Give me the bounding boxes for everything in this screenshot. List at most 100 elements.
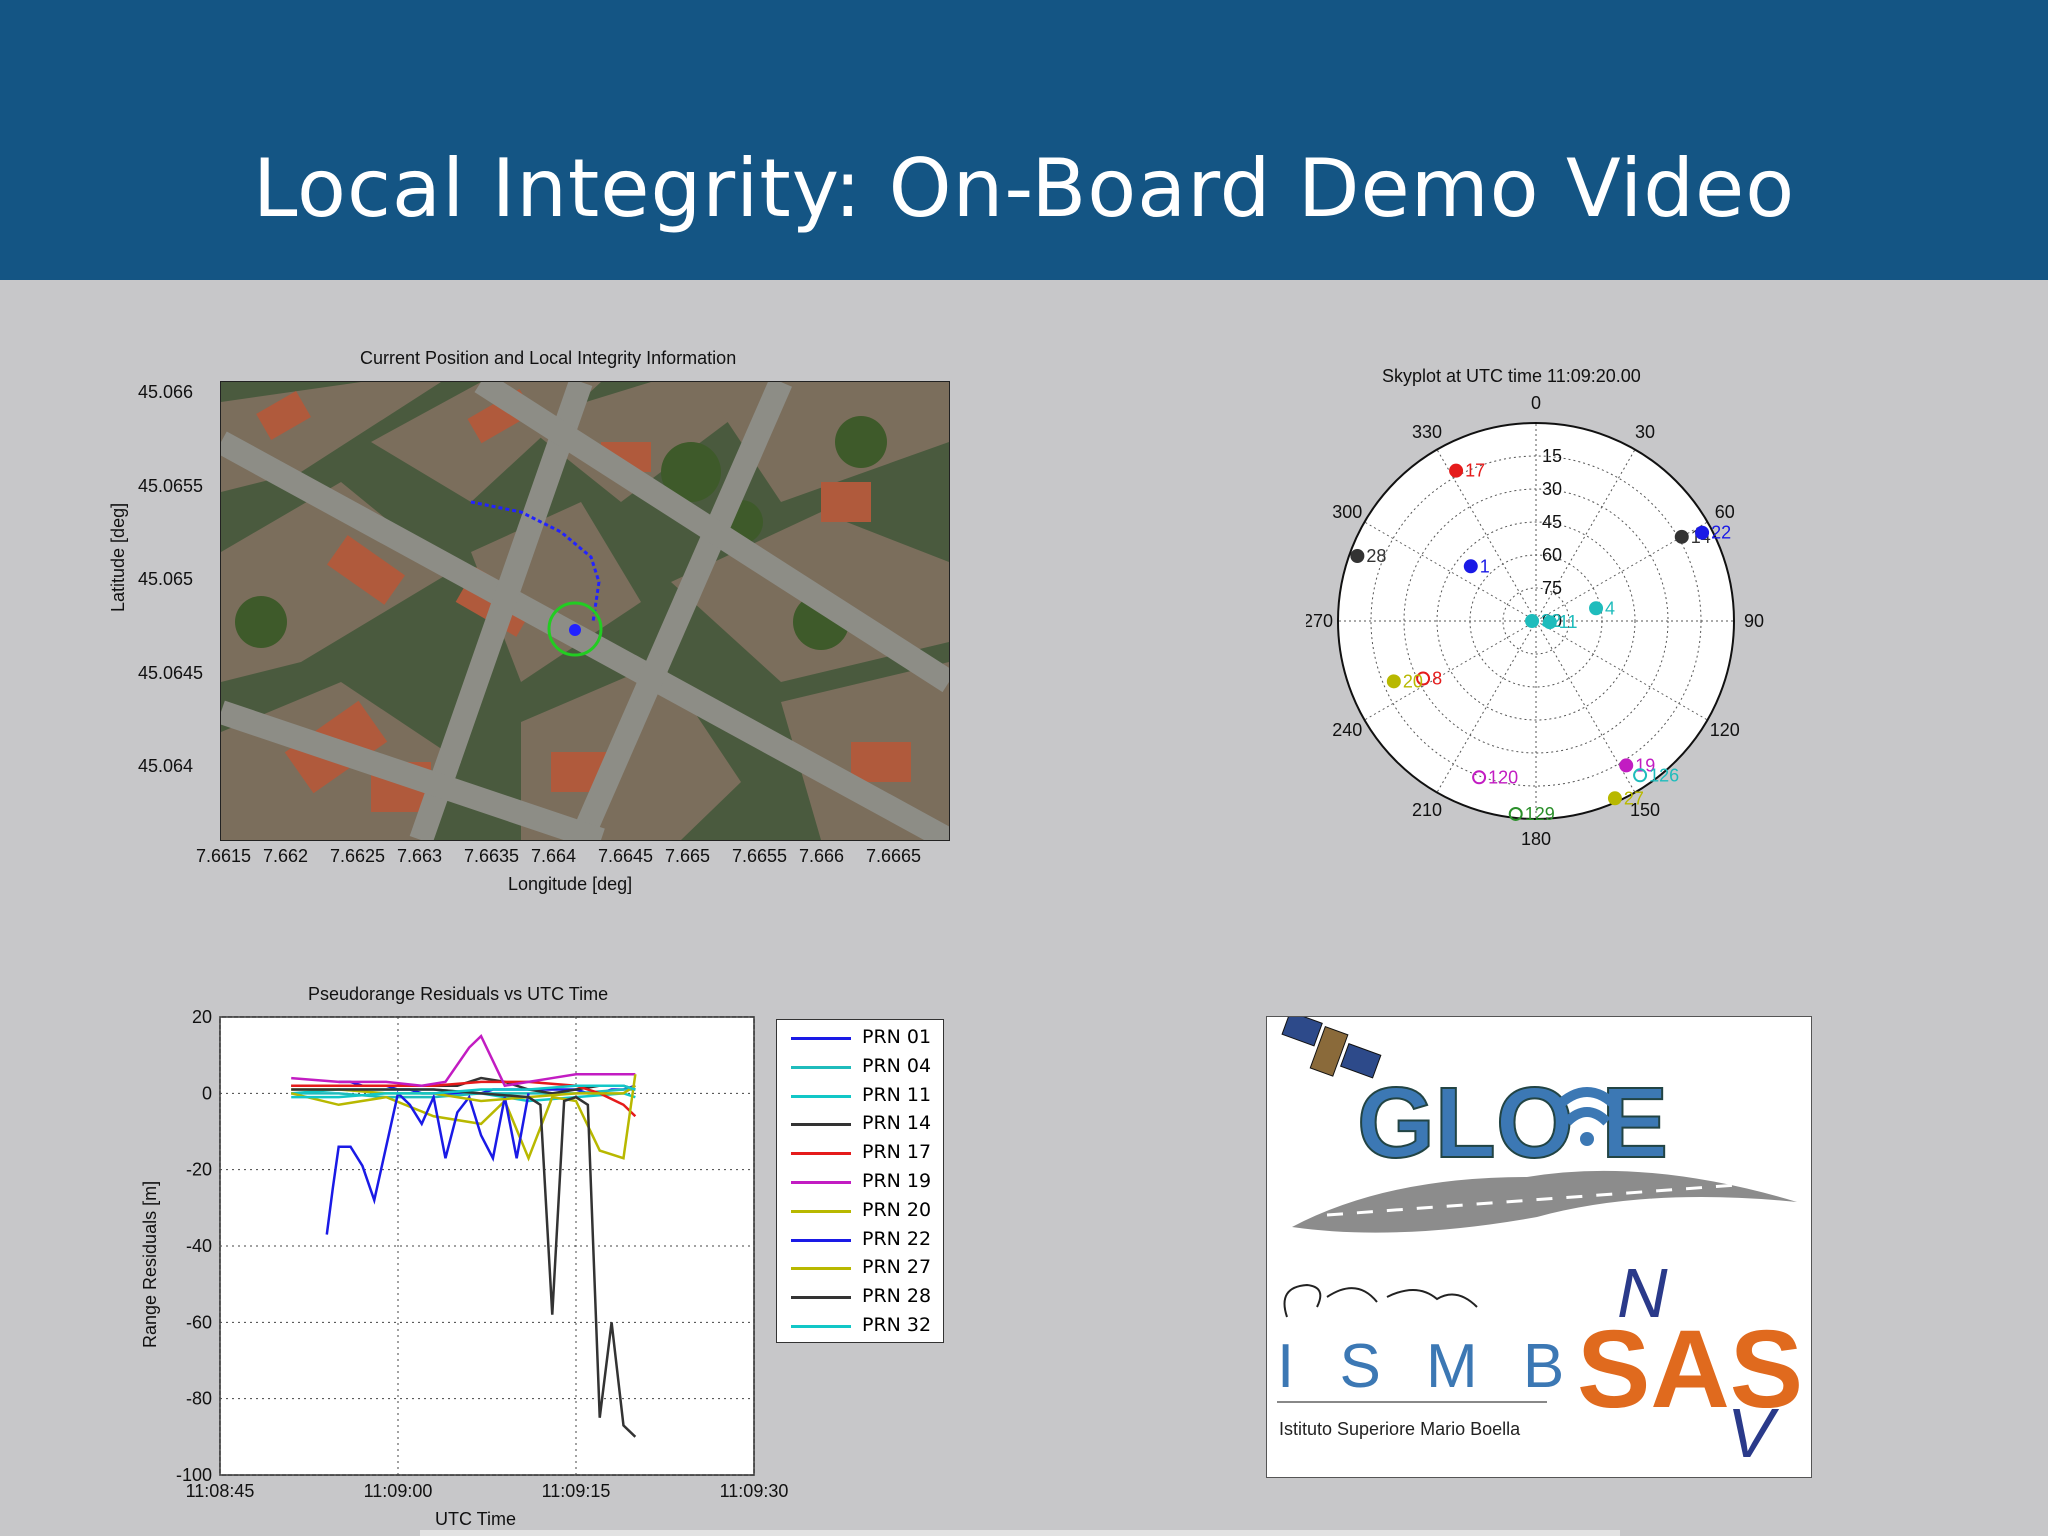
skyplot-azimuth-label: 60 <box>1715 502 1735 522</box>
residuals-xlabel: UTC Time <box>435 1509 516 1529</box>
satellite-prn-label: 129 <box>1525 804 1555 824</box>
residuals-xtick: 11:09:00 <box>364 1481 433 1501</box>
road-graphic <box>1292 1170 1797 1233</box>
legend-swatch <box>791 1181 851 1184</box>
residuals-ytick: -60 <box>186 1312 212 1332</box>
legend-entry: PRN 32 <box>777 1312 943 1340</box>
satellite-marker <box>1525 614 1540 628</box>
legend-swatch <box>791 1152 851 1156</box>
legend-entry: PRN 27 <box>777 1254 943 1282</box>
map-xtick: 7.6625 <box>330 846 386 866</box>
satellite-prn-label: 120 <box>1488 767 1518 787</box>
residuals-ytick: 0 <box>202 1083 212 1103</box>
satellite-prn-label: 8 <box>1432 669 1442 689</box>
legend-swatch <box>791 1065 851 1069</box>
skyplot-azimuth-label: 270 <box>1306 611 1333 631</box>
legend-entry: PRN 01 <box>777 1024 943 1052</box>
signature-graphic <box>1283 1283 1478 1318</box>
residuals-ytick: 20 <box>192 1007 212 1027</box>
skyplot-azimuth-label: 180 <box>1521 829 1551 849</box>
skyplot-elevation-label: 60 <box>1542 545 1562 565</box>
legend-label: PRN 11 <box>862 1083 932 1106</box>
ismb-letters: I S M B <box>1277 1332 1578 1401</box>
video-progress-track[interactable] <box>420 1530 1620 1536</box>
map-xtick: 7.666 <box>799 846 845 866</box>
satellite-marker <box>1463 559 1478 574</box>
map-plot-title: Current Position and Local Integrity Inf… <box>360 348 737 368</box>
legend-entry: PRN 14 <box>777 1110 943 1138</box>
residuals-ytick: -20 <box>186 1160 212 1180</box>
map-ytick: 45.0645 <box>138 663 204 683</box>
satellite-prn-label: 32 <box>1541 611 1561 631</box>
residuals-xtick: 11:09:30 <box>720 1481 789 1501</box>
satellite-prn-label: 17 <box>1465 461 1485 481</box>
legend-entry: PRN 17 <box>777 1139 943 1167</box>
nsas-v-letter: V <box>1727 1394 1780 1472</box>
legend-label: PRN 14 <box>862 1112 932 1135</box>
residuals-ytick: -80 <box>186 1389 212 1409</box>
legend-label: PRN 01 <box>862 1026 932 1048</box>
satellite-prn-label: 11 <box>1559 612 1578 632</box>
skyplot-azimuth-label: 330 <box>1412 422 1442 442</box>
legend-label: PRN 04 <box>862 1054 932 1077</box>
satellite-prn-label: 27 <box>1624 788 1644 808</box>
residuals-xtick: 11:08:45 <box>186 1481 255 1501</box>
legend-label: PRN 22 <box>862 1227 932 1250</box>
skyplot-azimuth-label: 300 <box>1332 502 1362 522</box>
skyplot-azimuth-label: 120 <box>1710 720 1740 740</box>
satellite-marker <box>1674 529 1689 544</box>
skyplot-azimuth-label: 90 <box>1744 611 1764 631</box>
map-xtick: 7.6635 <box>464 846 520 866</box>
legend-label: PRN 32 <box>862 1314 932 1336</box>
map-xtick: 7.664 <box>531 846 577 866</box>
map-ytick: 45.066 <box>138 382 194 402</box>
legend-entry: PRN 22 <box>777 1226 943 1254</box>
legend-swatch <box>791 1037 851 1040</box>
map-xtick: 7.6645 <box>598 846 654 866</box>
legend-label: PRN 17 <box>862 1141 932 1164</box>
residuals-legend: PRN 01 PRN 04 PRN 11 PRN 14 PRN 17 PRN 19 PRN … <box>776 1019 944 1343</box>
skyplot-azimuth-label: 0 <box>1531 393 1541 413</box>
satellite-marker <box>1619 758 1634 773</box>
map-plot-ylabel: Latitude [deg] <box>108 502 128 612</box>
legend-entry: PRN 28 <box>777 1283 943 1311</box>
skyplot-elevation-label: 45 <box>1542 512 1562 532</box>
satellite-map-image <box>220 381 950 841</box>
satellite-prn-label: 126 <box>1649 765 1679 785</box>
legend-swatch <box>791 1325 851 1328</box>
skyplot-azimuth-label: 30 <box>1635 422 1655 442</box>
map-imagery <box>221 382 949 840</box>
legend-swatch <box>791 1296 851 1300</box>
logo-artwork: GLO E I S M B Istituto Superiore Mario B… <box>1277 1017 1803 1472</box>
satellite-prn-label: 28 <box>1366 546 1386 566</box>
legend-swatch <box>791 1123 851 1127</box>
map-xtick: 7.662 <box>263 846 309 866</box>
satellite-marker <box>1350 548 1365 563</box>
legend-swatch <box>791 1209 851 1213</box>
project-logos: GLO E I S M B Istituto Superiore Mario B… <box>1266 1016 1812 1478</box>
residuals-xtick: 11:09:15 <box>542 1481 611 1501</box>
skyplot-polar: 0306090120150180210240270300330153045607… <box>1306 393 1764 849</box>
map-xtick: 7.6665 <box>866 846 922 866</box>
satellite-marker <box>1589 601 1604 616</box>
map-xtick: 7.6615 <box>196 846 252 866</box>
satellite-marker <box>1449 463 1464 478</box>
satellite-prn-label: 20 <box>1403 671 1423 691</box>
skyplot-azimuth-label: 240 <box>1332 720 1362 740</box>
legend-entry: PRN 20 <box>777 1197 943 1225</box>
satellite-marker <box>1695 525 1710 540</box>
legend-label: PRN 20 <box>862 1198 932 1221</box>
residuals-ytick: -40 <box>186 1236 212 1256</box>
skyplot-elevation-label: 30 <box>1542 479 1562 499</box>
legend-swatch <box>791 1267 851 1271</box>
map-ytick: 45.065 <box>138 569 194 589</box>
satellite-prn-label: 4 <box>1605 598 1615 618</box>
residuals-chart: 200-20-40-60-80-10011:08:45 11:09:00 11:09… <box>176 1007 788 1501</box>
legend-swatch <box>791 1094 851 1098</box>
satellite-prn-label: 22 <box>1711 523 1731 543</box>
map-ytick: 45.0655 <box>138 476 204 496</box>
legend-label: PRN 28 <box>862 1285 932 1308</box>
skyplot-azimuth-label: 210 <box>1412 800 1442 820</box>
legend-entry: PRN 19 <box>777 1168 943 1196</box>
satellite-prn-label: 1 <box>1480 556 1490 576</box>
